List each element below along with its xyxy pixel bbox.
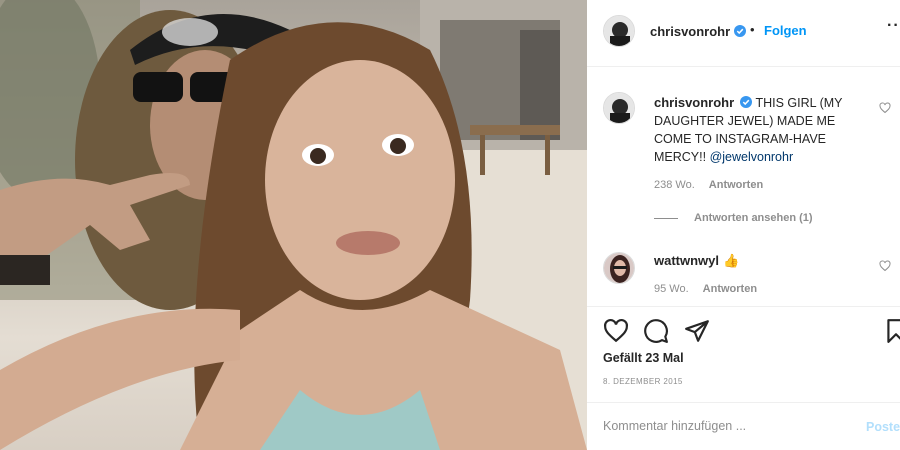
comment-like-heart-icon[interactable] [879,260,891,272]
header-username-row: chrisvonrohr [650,23,747,41]
commenter-avatar[interactable] [603,252,635,284]
follow-button[interactable]: Folgen [764,23,807,38]
header-username[interactable]: chrisvonrohr [650,24,730,39]
likes-count[interactable]: Gefällt 23 Mal [603,351,684,365]
caption-meta: 238 Wo. Antworten [654,179,763,191]
avatar[interactable] [603,15,635,47]
avatar-image [604,16,634,46]
comment-username[interactable]: wattwnwyl [654,253,719,268]
comment-icon[interactable] [643,318,669,344]
post-comment-button[interactable]: Posten [866,420,900,434]
post-side-panel: chrisvonrohr • Folgen ·· chrisvonrohr TH… [587,0,900,450]
view-replies-button[interactable]: Antworten ansehen (1) [654,212,813,224]
share-icon[interactable] [684,318,710,344]
verified-badge-icon [740,96,753,108]
comment-row: wattwnwyl 👍 [654,253,739,269]
post-header: chrisvonrohr • Folgen ·· [587,0,900,66]
caption-avatar[interactable] [603,92,635,124]
avatar-image [604,253,634,283]
view-replies-line [654,217,678,219]
verified-badge-icon [734,25,747,37]
post-date: 8. DEZEMBER 2015 [603,377,683,386]
more-dots-icon[interactable]: ·· [887,17,900,35]
caption-age: 238 Wo. [654,179,695,191]
comment-age: 95 Wo. [654,283,689,295]
action-bar [587,306,900,354]
caption-mention-link[interactable]: @jewelvonrohr [710,150,794,164]
comment-reply-button[interactable]: Antworten [703,283,757,295]
separator-dot: • [750,22,755,37]
comment-form: Posten [587,402,900,450]
photo-illustration [0,0,587,450]
view-replies-label: Antworten ansehen (1) [694,212,813,224]
caption-username[interactable]: chrisvonrohr [654,95,734,110]
caption-like-heart-icon[interactable] [879,102,891,114]
comment-meta: 95 Wo. Antworten [654,283,757,295]
comment-input[interactable] [603,419,853,433]
thumbs-up-emoji: 👍 [723,253,740,268]
heart-icon[interactable] [603,318,629,344]
caption-reply-button[interactable]: Antworten [709,179,763,191]
header-divider [587,66,900,67]
avatar-image [604,93,634,123]
post-photo[interactable] [0,0,587,450]
bookmark-icon[interactable] [883,318,900,344]
caption-text: chrisvonrohr THIS GIRL (MY DAUGHTER JEWE… [654,94,869,166]
